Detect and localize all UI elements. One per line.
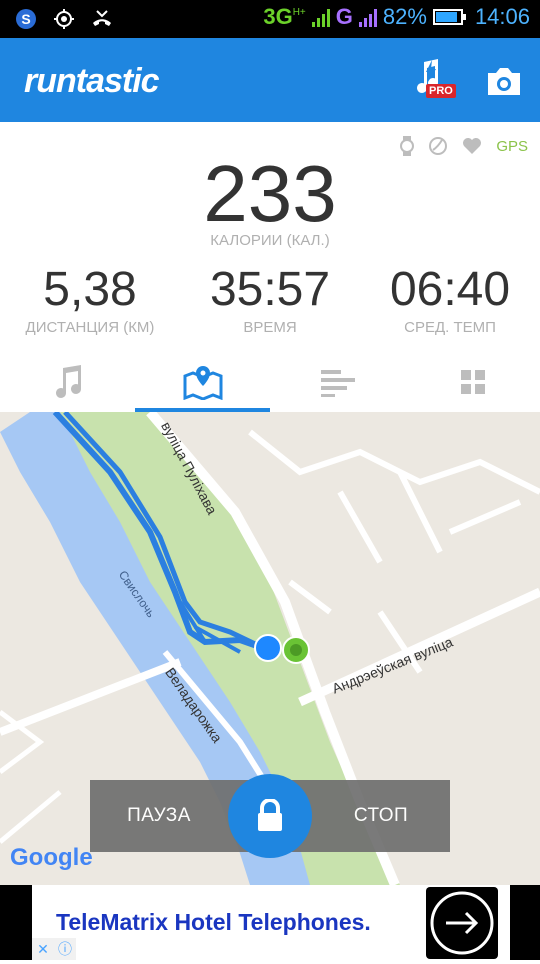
pro-badge: PRO — [426, 84, 456, 98]
calories-value: 233 — [203, 149, 337, 238]
tab-dashboard[interactable] — [405, 352, 540, 412]
battery-percent: 82% — [382, 4, 427, 29]
ad-banner[interactable]: TeleMatrix Hotel Telephones. — [0, 885, 540, 960]
grid-icon — [460, 370, 485, 394]
pace-value: 06:40 — [389, 263, 511, 316]
location-target-icon — [54, 9, 74, 29]
missed-call-icon — [93, 10, 111, 26]
info-icon[interactable]: ⓘ — [54, 938, 76, 960]
tab-splits[interactable] — [270, 352, 405, 412]
duration-stat[interactable]: 35:57 ВРЕМЯ — [180, 262, 360, 336]
skype-icon: S — [16, 9, 36, 29]
pace-label: СРЕД. ТЕМП — [404, 319, 496, 336]
start-marker — [254, 634, 282, 662]
tab-map[interactable] — [135, 352, 270, 412]
map-pin-icon — [183, 366, 222, 400]
distance-value: 5,38 — [43, 263, 137, 316]
google-attribution: Google — [10, 844, 93, 872]
tab-music[interactable] — [0, 352, 135, 412]
network-hplus-label: H+ — [292, 6, 306, 18]
app-bar: runtastic PRO — [0, 38, 540, 122]
calories-label: КАЛОРИИ (КАЛ.) — [210, 232, 330, 249]
ad-controls: ✕ ⓘ — [32, 938, 76, 960]
session-tabs — [0, 352, 540, 412]
battery-icon — [432, 9, 466, 25]
distance-label: ДИСТАНЦИЯ (КМ) — [25, 319, 155, 336]
status-bar: S 3G H+ G 82% 14:06 — [0, 0, 540, 38]
lock-button[interactable] — [228, 774, 312, 858]
lock-icon — [258, 799, 282, 831]
svg-text:S: S — [21, 11, 30, 27]
camera-button[interactable] — [484, 65, 524, 99]
music-note-icon — [55, 365, 81, 398]
duration-value: 35:57 — [209, 263, 331, 316]
stats-panel: GPS 233 КАЛОРИИ (КАЛ.) 5,38 ДИСТАНЦИЯ (К… — [0, 122, 540, 352]
music-pro-button[interactable]: PRO — [410, 58, 456, 104]
arrow-right-icon — [430, 891, 494, 955]
distance-stat[interactable]: 5,38 ДИСТАНЦИЯ (КМ) — [0, 262, 180, 336]
signal-2-icon — [358, 9, 377, 27]
pace-stat[interactable]: 06:40 СРЕД. ТЕМП — [360, 262, 540, 336]
signal-icon — [311, 9, 330, 27]
stop-button[interactable]: СТОП — [312, 780, 450, 852]
bar-list-icon — [320, 370, 355, 397]
camera-icon — [488, 68, 520, 95]
network-3g-label: 3G — [263, 4, 293, 29]
runtastic-logo: runtastic — [24, 62, 160, 100]
google-logo: Google — [10, 844, 93, 871]
pause-button[interactable]: ПАУЗА — [90, 780, 228, 852]
ad-arrow-button[interactable] — [426, 887, 498, 959]
close-icon[interactable]: ✕ — [32, 938, 54, 960]
duration-label: ВРЕМЯ — [243, 319, 297, 336]
clock: 14:06 — [474, 4, 530, 29]
ad-title[interactable]: TeleMatrix Hotel Telephones. — [56, 909, 371, 936]
current-position-dot — [290, 644, 302, 656]
ad-content[interactable]: TeleMatrix Hotel Telephones. — [32, 885, 510, 960]
network-g-label: G — [335, 4, 353, 29]
